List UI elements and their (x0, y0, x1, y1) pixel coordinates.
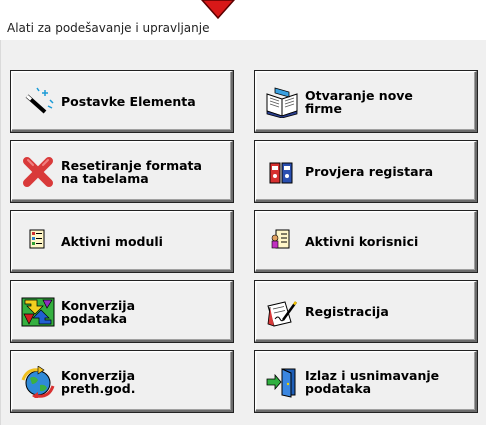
provjera-registara-label: Provjera registara (305, 164, 434, 179)
users-document-icon (271, 229, 290, 249)
signed-document-icon (267, 301, 298, 327)
izlaz-i-usnimavanje-label: Izlaz i usnimavanje podataka (305, 367, 440, 396)
window-title-bar[interactable]: Alati za podešavanje i upravljanje (0, 0, 486, 40)
postavke-elementa-button[interactable]: Postavke Elementa (10, 70, 234, 133)
aktivni-moduli-button[interactable]: Aktivni moduli (10, 210, 234, 273)
provjera-registara-button[interactable]: Provjera registara (254, 140, 478, 203)
red-x-icon (23, 157, 53, 187)
aktivni-moduli-label: Aktivni moduli (61, 234, 163, 249)
conversion-arrows-icon (21, 297, 55, 327)
resetiranje-formata-label: Resetiranje formata na tabelama (61, 157, 202, 186)
drag-marker-icon (200, 0, 236, 20)
konverzija-preth-god-label: Konverzija preth.god. (61, 367, 136, 396)
registracija-button[interactable]: Registracija (254, 280, 478, 343)
registracija-label: Registracija (305, 304, 389, 319)
konverzija-podataka-button[interactable]: Konverzija podataka (10, 280, 234, 343)
postavke-elementa-label: Postavke Elementa (61, 94, 196, 109)
otvaranje-nove-firme-label: Otvaranje nove firme (305, 87, 413, 116)
globe-arrows-icon (21, 366, 55, 398)
konverzija-preth-god-button[interactable]: Konverzija preth.god. (10, 350, 234, 413)
binders-icon (269, 162, 293, 184)
exit-door-icon (266, 368, 296, 398)
tools-panel: Postavke Elementa Otvaranje nove firme R… (0, 40, 486, 425)
magic-wand-icon (25, 87, 54, 114)
konverzija-podataka-label: Konverzija podataka (61, 297, 136, 326)
open-book-icon (266, 87, 298, 118)
otvaranje-nove-firme-button[interactable]: Otvaranje nove firme (254, 70, 478, 133)
window-title: Alati za podešavanje i upravljanje (7, 21, 210, 35)
resetiranje-formata-button[interactable]: Resetiranje formata na tabelama (10, 140, 234, 203)
izlaz-i-usnimavanje-button[interactable]: Izlaz i usnimavanje podataka (254, 350, 478, 413)
document-list-icon (29, 229, 45, 249)
aktivni-korisnici-button[interactable]: Aktivni korisnici (254, 210, 478, 273)
aktivni-korisnici-label: Aktivni korisnici (305, 234, 419, 249)
